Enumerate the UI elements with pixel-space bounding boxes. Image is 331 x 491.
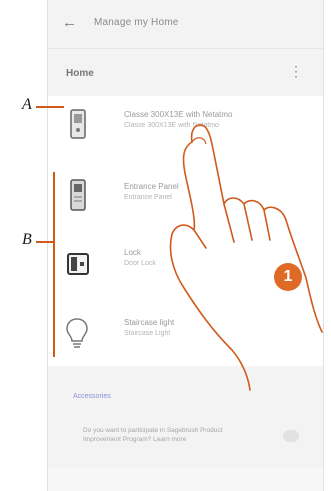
toggle-icon[interactable] [283,430,299,442]
external-unit-icon [70,179,86,211]
kebab-menu-icon[interactable]: ⋮ [289,63,303,80]
pointing-hand-icon [169,124,323,391]
callout-bracket-b [53,172,55,357]
callout-label-a: A [22,96,32,113]
top-bar: ← Manage my Home [48,0,323,49]
accessories-link[interactable]: Accessories [73,393,111,400]
callout-line-b [36,241,54,243]
callout-label-b: B [22,231,32,248]
device-name: Lock [124,248,141,257]
door-entry-unit-icon [70,109,86,139]
banner-text: Do you want to participate in Sagebrush … [83,427,223,443]
bottom-area [48,468,323,491]
lock-icon [67,253,89,275]
arrow-left-icon[interactable]: ← [62,14,77,31]
step-badge: 1 [274,263,302,291]
page-title: Manage my Home [94,17,179,28]
callout-line-a [36,106,64,108]
improvement-program-banner: Do you want to participate in Sagebrush … [48,416,323,462]
home-label: Home [66,68,94,79]
light-bulb-icon [66,318,88,348]
home-section-header: Home ⋮ [48,56,323,90]
